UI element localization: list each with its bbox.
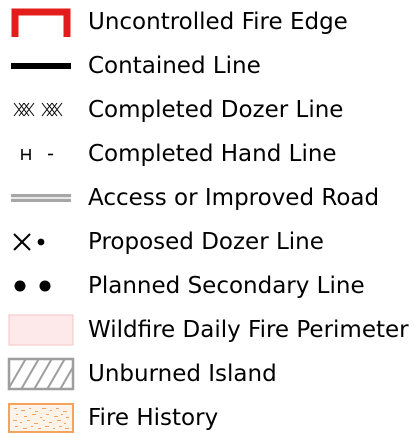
legend-item-uncontrolled-fire-edge: Uncontrolled Fire Edge [0, 0, 419, 44]
uncontrolled-fire-edge-icon [6, 3, 76, 41]
fire-perimeter-icon [6, 311, 76, 349]
legend-item-unburned-island: Unburned Island [0, 352, 419, 396]
legend-item-access-road: Access or Improved Road [0, 176, 419, 220]
legend-label: Access or Improved Road [88, 185, 380, 211]
legend-item-contained-line: Contained Line [0, 44, 419, 88]
legend-label: Unburned Island [88, 361, 277, 387]
legend-item-fire-perimeter: Wildfire Daily Fire Perimeter [0, 308, 419, 352]
completed-dozer-line-icon [6, 91, 76, 129]
contained-line-icon [6, 47, 76, 85]
fire-history-icon [6, 399, 76, 437]
legend-label: Fire History [88, 405, 219, 431]
planned-secondary-line-icon [6, 267, 76, 305]
unburned-island-icon [6, 355, 76, 393]
legend-label: Planned Secondary Line [88, 273, 365, 299]
legend-item-completed-hand-line: Completed Hand Line [0, 132, 419, 176]
map-legend: Uncontrolled Fire Edge Contained Line Co… [0, 0, 419, 447]
legend-label: Completed Hand Line [88, 141, 337, 167]
legend-item-completed-dozer-line: Completed Dozer Line [0, 88, 419, 132]
access-road-icon [6, 179, 76, 217]
completed-hand-line-icon [6, 135, 76, 173]
legend-label: Uncontrolled Fire Edge [88, 9, 348, 35]
legend-item-fire-history: Fire History [0, 396, 419, 440]
legend-item-planned-secondary-line: Planned Secondary Line [0, 264, 419, 308]
legend-label: Proposed Dozer Line [88, 229, 324, 255]
legend-item-proposed-dozer-line: Proposed Dozer Line [0, 220, 419, 264]
proposed-dozer-line-icon [6, 223, 76, 261]
legend-label: Completed Dozer Line [88, 97, 344, 123]
legend-label: Wildfire Daily Fire Perimeter [88, 317, 409, 343]
legend-label: Contained Line [88, 53, 261, 79]
